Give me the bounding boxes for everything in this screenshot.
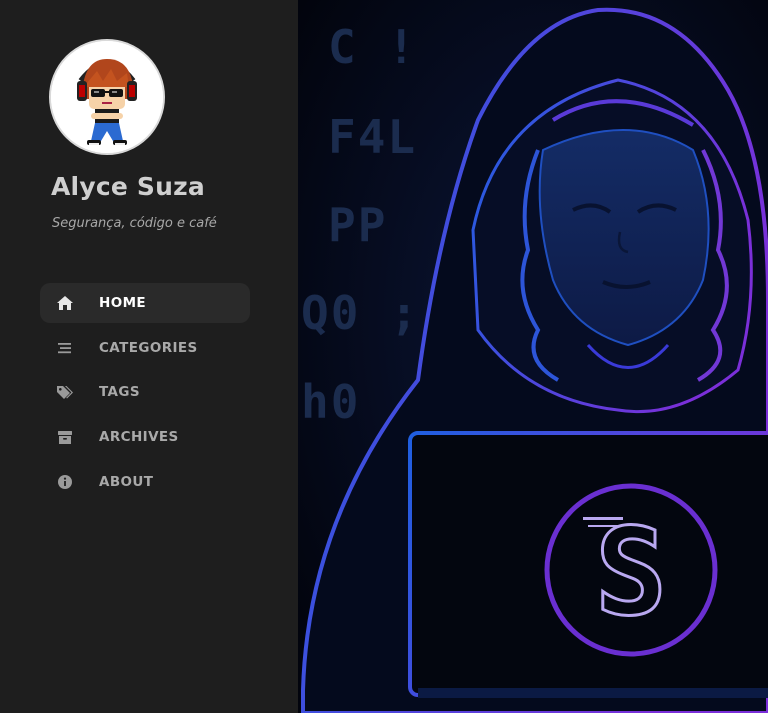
avatar[interactable] (49, 39, 165, 155)
sidebar-item-home[interactable]: HOME (40, 283, 250, 323)
sidebar-item-label: CATEGORIES (99, 339, 198, 356)
site-subtitle: Segurança, código e café (52, 216, 217, 231)
code-line: F4L (328, 110, 418, 164)
hero-image: S C ! F4L PP Q0 ; h0 (298, 0, 768, 713)
sidebar-nav: HOME CATEGORIES TAGS ARCHIVES ABOUT (40, 283, 250, 506)
sidebar-item-archives[interactable]: ARCHIVES (40, 417, 250, 457)
sidebar-item-categories[interactable]: CATEGORIES (40, 328, 250, 368)
code-line: Q0 ; (301, 286, 420, 340)
sidebar-item-about[interactable]: ABOUT (40, 462, 250, 502)
sidebar-item-label: TAGS (99, 384, 141, 401)
page: Alyce Suza Segurança, código e café HOME… (0, 0, 768, 713)
stream-icon (58, 342, 71, 353)
sidebar-item-label: ABOUT (99, 473, 154, 490)
code-line: PP (328, 198, 388, 252)
logo-letter: S (595, 504, 667, 643)
info-circle-icon (58, 474, 72, 489)
code-line: C ! (328, 20, 418, 74)
tags-icon (57, 386, 73, 400)
home-icon (57, 296, 73, 310)
sidebar: Alyce Suza Segurança, código e café HOME… (0, 0, 298, 713)
hacker-illustration: S (298, 0, 768, 713)
avatar-pixel-art (51, 41, 163, 153)
site-title[interactable]: Alyce Suza (51, 172, 205, 201)
code-line: h0 (301, 375, 361, 429)
sidebar-item-label: ARCHIVES (99, 429, 179, 446)
sidebar-item-label: HOME (99, 295, 147, 311)
sidebar-item-tags[interactable]: TAGS (40, 372, 250, 412)
archive-icon (58, 431, 72, 445)
